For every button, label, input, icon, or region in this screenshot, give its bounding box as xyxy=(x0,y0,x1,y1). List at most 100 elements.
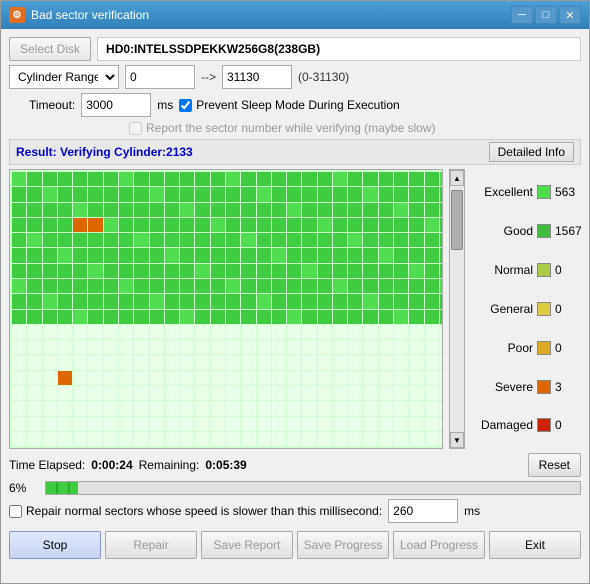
grid-cell xyxy=(379,386,393,400)
legend-swatch xyxy=(537,263,551,277)
scroll-thumb[interactable] xyxy=(451,190,463,250)
grid-cell xyxy=(73,340,87,354)
grid-cell xyxy=(134,355,148,369)
grid-cell xyxy=(58,386,72,400)
range-type-select[interactable]: Cylinder Range xyxy=(9,65,119,89)
grid-cell xyxy=(73,248,87,262)
range-start-input[interactable] xyxy=(125,65,195,89)
grid-cell xyxy=(394,340,408,354)
select-disk-button[interactable]: Select Disk xyxy=(9,37,91,61)
grid-cell xyxy=(257,233,271,247)
legend-swatch xyxy=(537,418,551,432)
grid-cell xyxy=(180,187,194,201)
grid-cell xyxy=(58,355,72,369)
grid-cell xyxy=(272,187,286,201)
grid-cell xyxy=(12,355,26,369)
minimize-button[interactable]: ─ xyxy=(511,6,533,24)
grid-cell xyxy=(394,417,408,431)
grid-cell xyxy=(272,172,286,186)
grid-cell xyxy=(195,264,209,278)
grid-cell xyxy=(241,233,255,247)
grid-cell xyxy=(302,310,316,324)
report-sector-checkbox[interactable] xyxy=(129,122,142,135)
grid-cell xyxy=(302,340,316,354)
scroll-down-button[interactable]: ▼ xyxy=(450,432,464,448)
range-end-input[interactable] xyxy=(222,65,292,89)
prevent-sleep-checkbox-label[interactable]: Prevent Sleep Mode During Execution xyxy=(179,98,399,112)
grid-cell xyxy=(226,233,240,247)
prevent-sleep-checkbox[interactable] xyxy=(179,99,192,112)
close-button[interactable]: ✕ xyxy=(559,6,581,24)
grid-cell xyxy=(150,371,164,385)
grid-cell xyxy=(363,233,377,247)
grid-cell xyxy=(440,401,443,415)
report-sector-checkbox-label[interactable]: Report the sector number while verifying… xyxy=(9,121,435,135)
grid-cell xyxy=(333,386,347,400)
grid-cell xyxy=(104,417,118,431)
grid-cell xyxy=(104,233,118,247)
grid-cell xyxy=(27,432,41,446)
disk-label: HD0:INTELSSDPEKKW256G8(238GB) xyxy=(97,37,581,61)
grid-cell xyxy=(88,371,102,385)
maximize-button[interactable]: □ xyxy=(535,6,557,24)
grid-cell xyxy=(150,248,164,262)
grid-cell xyxy=(379,279,393,293)
grid-cell xyxy=(287,279,301,293)
timeout-input[interactable] xyxy=(81,93,151,117)
grid-cell xyxy=(150,401,164,415)
legend-label: Severe xyxy=(471,380,537,394)
repair-button[interactable]: Repair xyxy=(105,531,197,559)
grid-cell xyxy=(257,386,271,400)
save-progress-button[interactable]: Save Progress xyxy=(297,531,389,559)
grid-cell xyxy=(58,294,72,308)
grid-cell xyxy=(425,371,439,385)
grid-cell xyxy=(287,248,301,262)
grid-cell xyxy=(394,279,408,293)
grid-cell xyxy=(180,248,194,262)
grid-cell xyxy=(241,218,255,232)
grid-cell xyxy=(165,371,179,385)
grid-cell xyxy=(226,248,240,262)
grid-cell xyxy=(12,371,26,385)
load-progress-button[interactable]: Load Progress xyxy=(393,531,485,559)
grid-cell xyxy=(394,187,408,201)
grid-cell xyxy=(379,371,393,385)
exit-button[interactable]: Exit xyxy=(489,531,581,559)
grid-cell xyxy=(318,233,332,247)
grid-cell xyxy=(302,279,316,293)
save-report-button[interactable]: Save Report xyxy=(201,531,293,559)
grid-cell xyxy=(211,187,225,201)
grid-cell xyxy=(272,248,286,262)
repair-ms-input[interactable] xyxy=(388,499,458,523)
grid-cell xyxy=(302,172,316,186)
grid-scrollbar[interactable]: ▲ ▼ xyxy=(449,169,465,449)
grid-cell xyxy=(73,417,87,431)
grid-cell xyxy=(119,248,133,262)
grid-cell xyxy=(287,355,301,369)
grid-cell xyxy=(257,218,271,232)
title-bar: ⚙ Bad sector verification ─ □ ✕ xyxy=(1,1,589,29)
scroll-up-button[interactable]: ▲ xyxy=(450,170,464,186)
repair-checkbox-label[interactable]: Repair normal sectors whose speed is slo… xyxy=(9,504,382,518)
grid-cell xyxy=(394,248,408,262)
grid-cell xyxy=(302,264,316,278)
grid-cell xyxy=(58,248,72,262)
repair-checkbox[interactable] xyxy=(9,505,22,518)
grid-cell xyxy=(257,203,271,217)
grid-cell xyxy=(394,203,408,217)
grid-cell xyxy=(165,325,179,339)
grid-cell xyxy=(440,248,443,262)
grid-cell xyxy=(150,218,164,232)
legend-item: General 0 xyxy=(471,302,581,316)
detailed-info-button[interactable]: Detailed Info xyxy=(489,142,574,162)
grid-cell xyxy=(425,432,439,446)
stop-button[interactable]: Stop xyxy=(9,531,101,559)
report-sector-label: Report the sector number while verifying… xyxy=(146,121,435,135)
reset-button[interactable]: Reset xyxy=(528,453,581,477)
grid-cell xyxy=(58,325,72,339)
grid-cell xyxy=(272,310,286,324)
scroll-track xyxy=(450,186,464,432)
grid-cell xyxy=(409,371,423,385)
grid-cell xyxy=(287,172,301,186)
grid-cell xyxy=(27,371,41,385)
